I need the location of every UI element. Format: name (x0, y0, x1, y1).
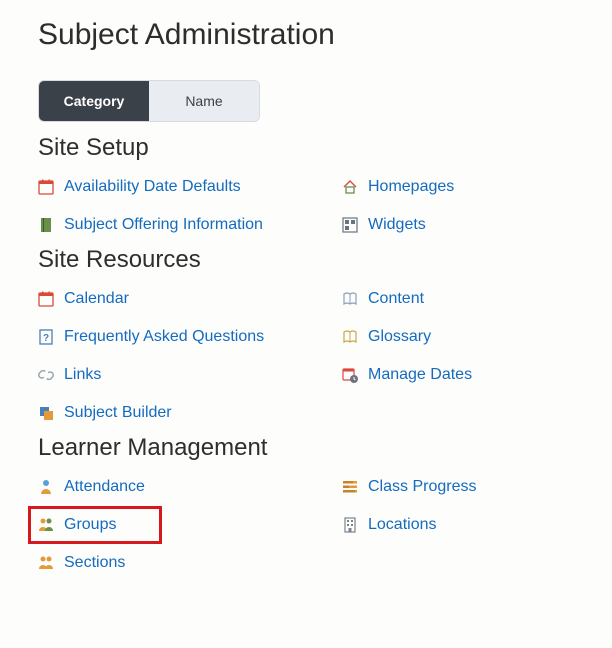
link-label: Class Progress (368, 478, 476, 496)
link-label: Attendance (64, 478, 145, 496)
link-label: Subject Offering Information (64, 216, 263, 234)
link-label: Groups (64, 516, 116, 534)
link-label: Subject Builder (64, 404, 172, 422)
item-class-progress[interactable]: Class Progress (342, 476, 574, 498)
link-icon (38, 367, 54, 383)
item-availability-defaults[interactable]: Availability Date Defaults (38, 176, 338, 198)
tab-category[interactable]: Category (39, 81, 149, 121)
calendar-icon (38, 179, 54, 195)
item-links[interactable]: Links (38, 364, 338, 386)
item-homepages[interactable]: Homepages (342, 176, 574, 198)
sections-icon (38, 555, 54, 571)
locations-icon (342, 517, 358, 533)
faq-icon: ? (38, 329, 54, 345)
link-label: Glossary (368, 328, 431, 346)
link-label: Sections (64, 554, 125, 572)
item-glossary[interactable]: Glossary (342, 326, 574, 348)
item-attendance[interactable]: Attendance (38, 476, 338, 498)
item-faq[interactable]: ? Frequently Asked Questions (38, 326, 338, 348)
glossary-icon (342, 329, 358, 345)
attendance-icon (38, 479, 54, 495)
link-label: Links (64, 366, 101, 384)
item-content[interactable]: Content (342, 288, 574, 310)
item-sections[interactable]: Sections (38, 552, 338, 574)
link-label: Frequently Asked Questions (64, 328, 264, 346)
section-title-site-resources: Site Resources (38, 246, 574, 274)
item-locations[interactable]: Locations (342, 514, 574, 536)
link-label: Manage Dates (368, 366, 472, 384)
link-label: Homepages (368, 178, 454, 196)
item-widgets[interactable]: Widgets (342, 214, 574, 236)
learner-management-grid: Attendance Class Progress Groups Locatio… (38, 476, 574, 574)
svg-text:?: ? (43, 333, 49, 344)
link-label: Calendar (64, 290, 129, 308)
progress-icon (342, 479, 358, 495)
section-title-site-setup: Site Setup (38, 134, 574, 162)
page-title: Subject Administration (38, 18, 574, 52)
link-label: Widgets (368, 216, 426, 234)
item-calendar[interactable]: Calendar (38, 288, 338, 310)
item-manage-dates[interactable]: Manage Dates (342, 364, 574, 386)
content-icon (342, 291, 358, 307)
site-resources-grid: Calendar Content ? Frequently Asked Ques… (38, 288, 574, 424)
tab-name[interactable]: Name (149, 81, 259, 121)
manage-dates-icon (342, 367, 358, 383)
home-icon (342, 179, 358, 195)
builder-icon (38, 405, 54, 421)
section-title-learner-management: Learner Management (38, 434, 574, 462)
link-label: Content (368, 290, 424, 308)
item-groups[interactable]: Groups (38, 514, 338, 536)
groups-icon (38, 517, 54, 533)
link-label: Locations (368, 516, 437, 534)
item-subject-offering-info[interactable]: Subject Offering Information (38, 214, 338, 236)
site-setup-grid: Availability Date Defaults Homepages Sub… (38, 176, 574, 236)
widgets-icon (342, 217, 358, 233)
view-tabs: Category Name (38, 80, 260, 122)
item-subject-builder[interactable]: Subject Builder (38, 402, 338, 424)
link-label: Availability Date Defaults (64, 178, 241, 196)
book-icon (38, 217, 54, 233)
calendar-icon (38, 291, 54, 307)
